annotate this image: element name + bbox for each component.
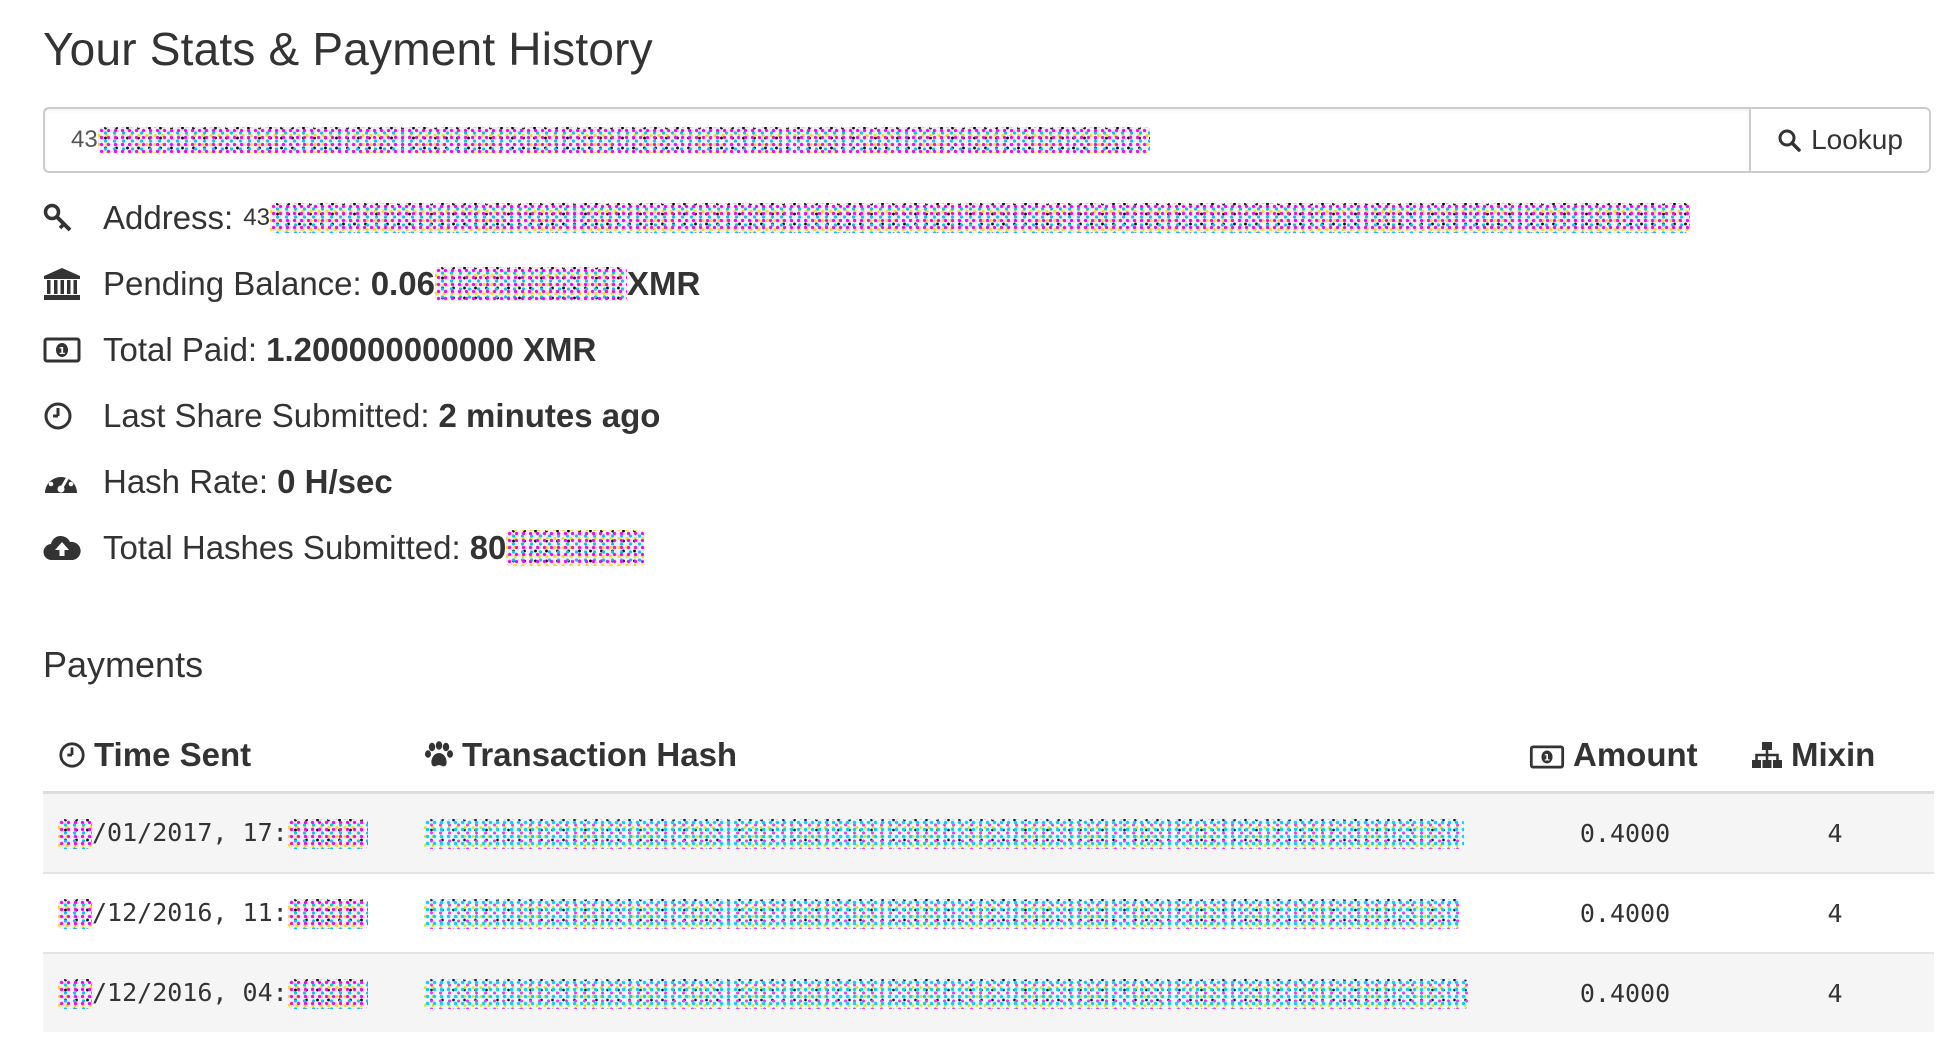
stat-address: Address: 43 [43, 194, 1690, 242]
mixin-cell: 4 [1736, 791, 1934, 873]
time-sent-cell: /01/2017, 17: [43, 791, 409, 873]
paw-icon [424, 739, 454, 777]
time-sent-cell: /12/2016, 04: [43, 952, 409, 1032]
table-row: /01/2017, 17: 0.4000 4 [43, 791, 1934, 873]
column-header-amount-label: Amount [1573, 736, 1698, 773]
dashboard-icon [43, 462, 87, 502]
sitemap-icon [1751, 739, 1783, 777]
table-row: /12/2016, 11: 0.4000 4 [43, 872, 1934, 953]
column-header-mixin-label: Mixin [1791, 736, 1876, 773]
stat-total-paid-value: 1.200000000000 XMR [266, 331, 597, 368]
stat-last-share: Last Share Submitted: 2 minutes ago [43, 392, 660, 440]
redacted-time [287, 978, 368, 1009]
stat-pending-balance-value: 0.06 [370, 265, 435, 302]
clock-icon [58, 739, 86, 777]
payments-table: Time Sent Transaction Hash 1 Amount Mixi… [43, 722, 1934, 1032]
time-sent-text: /12/2016, 11: [92, 897, 288, 927]
stat-hash-rate-value: 0 H/sec [277, 463, 393, 500]
transaction-hash-cell[interactable] [409, 952, 1514, 1032]
column-header-mixin: Mixin [1736, 722, 1934, 794]
column-header-time-sent-label: Time Sent [94, 736, 252, 773]
cloud-upload-icon [43, 528, 87, 568]
stat-pending-balance: Pending Balance: 0.06 XMR [43, 260, 700, 308]
redacted-day [58, 898, 92, 929]
column-header-time-sent: Time Sent [43, 722, 409, 794]
stat-pending-balance-unit: XMR [626, 265, 701, 302]
time-sent-text: /01/2017, 17: [92, 817, 288, 847]
svg-text:1: 1 [1544, 753, 1550, 764]
redacted-day [58, 818, 92, 849]
stat-last-share-value: 2 minutes ago [438, 397, 661, 434]
mixin-cell: 4 [1736, 872, 1934, 953]
transaction-hash-cell[interactable] [409, 872, 1514, 953]
column-header-transaction-hash: Transaction Hash [409, 722, 1514, 794]
mixin-cell: 4 [1736, 952, 1934, 1032]
money-icon: 1 [43, 330, 87, 370]
lookup-button[interactable]: Lookup [1749, 109, 1929, 171]
money-icon: 1 [1529, 739, 1565, 777]
stat-total-hashes-value: 80 [469, 529, 507, 566]
redacted-address [97, 127, 1150, 153]
redacted-transaction-hash [424, 978, 1468, 1009]
stat-total-hashes: Total Hashes Submitted: 80 [43, 524, 645, 572]
redacted-transaction-hash [424, 898, 1460, 929]
stat-pending-balance-label: Pending Balance: [103, 265, 362, 302]
time-sent-cell: /12/2016, 11: [43, 872, 409, 953]
stats-page: Your Stats & Payment History 43 Lookup A… [0, 0, 1948, 1052]
search-icon [1778, 129, 1801, 152]
redacted-total-hashes [506, 530, 645, 566]
table-row: /12/2016, 04: 0.4000 4 [43, 952, 1934, 1032]
address-input-value: 43 [71, 126, 98, 153]
column-header-transaction-hash-label: Transaction Hash [462, 736, 738, 773]
column-header-amount: 1 Amount [1514, 722, 1736, 794]
time-sent-text: /12/2016, 04: [92, 977, 288, 1007]
redacted-address-value [269, 203, 1690, 233]
amount-cell: 0.4000 [1514, 872, 1736, 953]
stat-total-paid: 1 Total Paid: 1.200000000000 XMR [43, 326, 596, 374]
stat-address-label: Address: [103, 199, 234, 236]
payments-heading: Payments [43, 644, 204, 685]
payments-header-row: Time Sent Transaction Hash 1 Amount Mixi… [43, 722, 1934, 794]
stat-last-share-label: Last Share Submitted: [103, 397, 430, 434]
redacted-balance [434, 267, 627, 301]
transaction-hash-cell[interactable] [409, 791, 1514, 873]
redacted-time [287, 818, 368, 849]
redacted-time [287, 898, 368, 929]
page-title: Your Stats & Payment History [43, 23, 653, 75]
amount-cell: 0.4000 [1514, 791, 1736, 873]
address-lookup: 43 Lookup [43, 107, 1931, 173]
bank-icon [43, 264, 87, 304]
address-input[interactable]: 43 [45, 109, 1749, 171]
lookup-button-label: Lookup [1811, 124, 1903, 155]
key-icon [43, 198, 87, 238]
clock-icon [43, 396, 87, 436]
stat-address-value: 43 [243, 204, 270, 231]
stat-total-hashes-label: Total Hashes Submitted: [103, 529, 461, 566]
svg-text:1: 1 [59, 346, 66, 357]
stat-hash-rate: Hash Rate: 0 H/sec [43, 458, 393, 506]
stat-hash-rate-label: Hash Rate: [103, 463, 269, 500]
stat-total-paid-label: Total Paid: [103, 331, 258, 368]
amount-cell: 0.4000 [1514, 952, 1736, 1032]
redacted-transaction-hash [424, 818, 1464, 849]
redacted-day [58, 978, 92, 1009]
